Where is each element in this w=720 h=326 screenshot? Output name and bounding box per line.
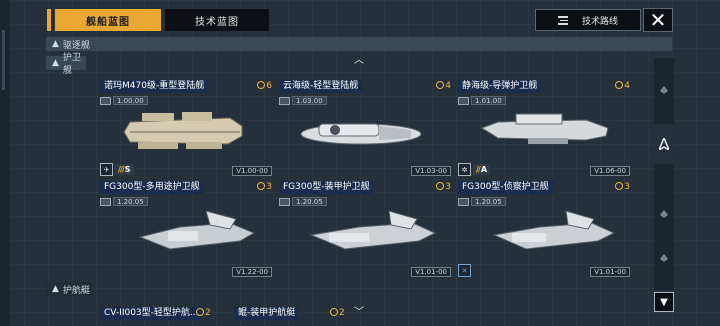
filter-icon: ▼ xyxy=(660,296,668,308)
gear-icon: ✲ xyxy=(458,163,471,176)
tab-ship-blueprints-label: 舰船蓝图 xyxy=(86,16,130,28)
version-code: V1.06-00 xyxy=(590,166,630,176)
ship-card[interactable]: 静海级-导弹护卫舰 4 1.01.00 ✲//A V1.06-00 xyxy=(458,80,630,176)
blueprint-count: 4 xyxy=(436,80,451,93)
ship-card-title: FG300型-装甲护卫舰 xyxy=(279,181,374,194)
close-icon: ✕ xyxy=(649,8,667,32)
section-escort-label: 护航艇 xyxy=(62,285,90,296)
collapse-arrow-icon: ▲ xyxy=(52,284,59,294)
ship-card-title[interactable]: 鲲-装甲护航艇 xyxy=(234,307,300,320)
section-escort[interactable]: ▲ 护航艇 xyxy=(46,282,94,296)
route-list-icon xyxy=(557,15,568,25)
coin-icon xyxy=(436,182,445,190)
coin-icon xyxy=(436,81,445,89)
coin-icon xyxy=(330,308,338,316)
tab-ship-blueprints[interactable]: 舰船蓝图 xyxy=(47,9,161,31)
tab-tech-blueprints[interactable]: 技术蓝图 xyxy=(165,9,269,31)
version-code: V1.22-00 xyxy=(232,267,272,277)
section-frigate-label: 护卫舰 xyxy=(62,53,81,76)
version-code: V1.01-00 xyxy=(411,267,451,277)
cross-icon: ✕ xyxy=(458,264,471,277)
ship-card-title: 云海级-轻型登陆舰 xyxy=(279,80,363,93)
version-code: V1.00-00 xyxy=(232,166,272,176)
ship-image xyxy=(492,210,616,250)
ship-image xyxy=(309,210,437,250)
version-code: V1.03-00 xyxy=(411,166,451,176)
scroll-up-icon[interactable]: ︿ xyxy=(354,51,364,66)
ship-card-title: 诺玛M470级-重型登陆舰 xyxy=(100,80,209,93)
close-button[interactable]: ✕ xyxy=(643,8,673,32)
blueprint-count: 3 xyxy=(257,181,272,194)
ship-image xyxy=(123,112,243,149)
filter-sort-button[interactable]: ▼ xyxy=(654,292,674,312)
blueprint-count: 3 xyxy=(436,181,451,194)
ship-image xyxy=(138,210,256,250)
blueprint-count: 3 xyxy=(615,181,630,194)
coin-icon xyxy=(615,182,624,190)
ship-image xyxy=(480,113,609,144)
ship-card-title: 静海级-导弹护卫舰 xyxy=(458,80,542,93)
rail-destroyer-icon[interactable] xyxy=(659,80,669,94)
blueprint-count: 4 xyxy=(615,80,630,93)
tab-tech-blueprints-label: 技术蓝图 xyxy=(195,16,239,28)
coin-icon xyxy=(196,308,204,316)
blueprint-count: 6 xyxy=(257,80,272,93)
ship-image xyxy=(300,123,422,145)
ship-card-title: FG300型-多用途护卫舰 xyxy=(100,181,204,194)
ship-card[interactable]: 云海级-轻型登陆舰 4 1.03.00 V1.03-00 xyxy=(279,80,451,176)
section-frigate[interactable]: ▲ 护卫舰 xyxy=(46,53,86,76)
rank-badge: ✲//A xyxy=(458,163,491,176)
coin-icon xyxy=(257,182,266,190)
collapse-arrow-icon: ▲ xyxy=(52,39,59,49)
coin-icon xyxy=(615,81,624,89)
version-code: V1.01-00 xyxy=(590,267,630,277)
section-destroyer-label: 驱逐舰 xyxy=(62,40,90,51)
tech-route-label: 技术路线 xyxy=(581,16,618,27)
ship-card[interactable]: FG300型-侦察护卫舰 3 1.20.05 ✕ V1.01-00 xyxy=(458,181,630,277)
ship-card[interactable]: FG300型-装甲护卫舰 3 1.20.05 V1.01-00 xyxy=(279,181,451,277)
section-destroyer[interactable]: ▲ 驱逐舰 xyxy=(46,37,672,51)
scroll-down-icon[interactable]: ﹀ xyxy=(354,303,364,318)
rank-badge: ✈///S xyxy=(100,163,134,176)
ship-card[interactable]: 诺玛M470级-重型登陆舰 6 1.00.00 ✈///S V1.00-00 xyxy=(100,80,272,176)
ship-card-title[interactable]: CV-II003型-轻型护航... xyxy=(100,307,203,320)
rail-frigate-active[interactable] xyxy=(654,124,674,164)
left-edge-handle[interactable] xyxy=(0,0,10,326)
tech-route-button[interactable]: 技术路线 xyxy=(535,9,641,31)
collapse-arrow-icon: ▲ xyxy=(52,58,59,68)
rail-escort-icon[interactable] xyxy=(659,204,669,218)
rank-badge: ✕ xyxy=(458,264,471,277)
ship-card-title: FG300型-侦察护卫舰 xyxy=(458,181,553,194)
airstrike-icon: ✈ xyxy=(100,163,113,176)
ship-card[interactable]: FG300型-多用途护卫舰 3 1.20.05 V1.22-00 xyxy=(100,181,272,277)
rail-other-icon[interactable] xyxy=(659,248,669,262)
category-rail xyxy=(654,58,674,290)
coin-icon xyxy=(257,81,266,89)
